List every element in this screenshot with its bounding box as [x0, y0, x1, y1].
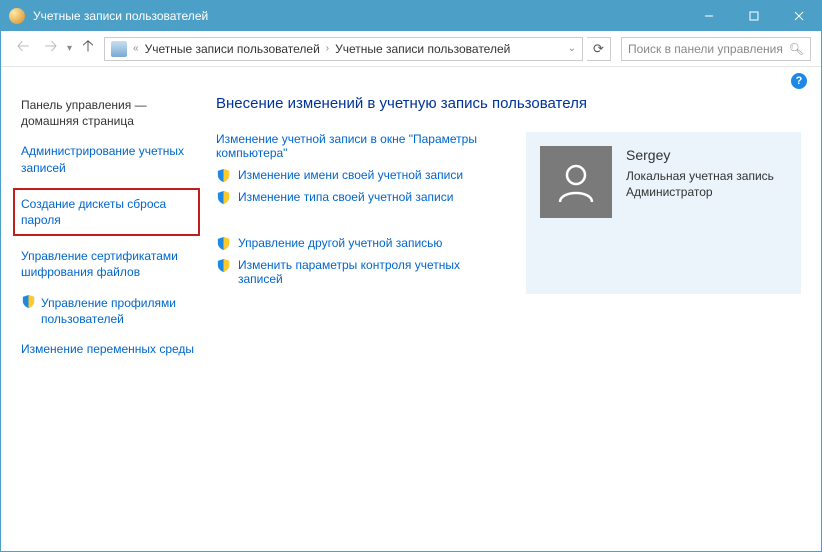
chevron-right-icon: › — [326, 43, 329, 54]
breadcrumb-item[interactable]: Учетные записи пользователей — [335, 42, 510, 56]
breadcrumb[interactable]: « Учетные записи пользователей › Учетные… — [104, 37, 583, 61]
navbar: 🡠 🡢 ▾ 🡡 « Учетные записи пользователей ›… — [1, 31, 821, 67]
action-item: Изменение типа своей учетной записи — [216, 190, 502, 204]
sidebar-link-env-vars[interactable]: Изменение переменных среды — [21, 339, 196, 359]
search-placeholder: Поиск в панели управления — [628, 42, 783, 56]
window-title: Учетные записи пользователей — [33, 9, 686, 23]
history-dropdown[interactable]: ▾ — [67, 43, 72, 54]
account-type: Локальная учетная запись — [626, 168, 774, 185]
sidebar-item: Управление сертификатами шифрования файл… — [21, 246, 196, 282]
account-info: Sergey Локальная учетная запись Админист… — [626, 146, 774, 201]
up-button[interactable]: 🡡 — [76, 37, 100, 61]
help-row: ? — [1, 67, 821, 95]
app-icon — [9, 8, 25, 24]
breadcrumb-item[interactable]: Учетные записи пользователей — [145, 42, 320, 56]
action-item: Изменить параметры контроля учетных запи… — [216, 258, 502, 286]
sidebar-item: Управление профилями пользователей — [21, 293, 196, 329]
refresh-button[interactable]: ⟳ — [587, 37, 611, 61]
account-card: Sergey Локальная учетная запись Админист… — [526, 132, 801, 294]
sidebar-link-encryption-certs[interactable]: Управление сертификатами шифрования файл… — [21, 246, 196, 282]
search-icon: 🔍︎ — [789, 42, 804, 56]
search-input[interactable]: Поиск в панели управления 🔍︎ — [621, 37, 811, 61]
breadcrumb-prefix: « — [133, 43, 139, 54]
link-change-uac-settings[interactable]: Изменить параметры контроля учетных запи… — [238, 258, 460, 286]
link-change-account-name[interactable]: Изменение имени своей учетной записи — [238, 168, 463, 182]
path-dropdown-icon[interactable]: ⌄ — [568, 43, 576, 54]
account-role: Администратор — [626, 184, 774, 201]
shield-icon — [21, 294, 36, 309]
link-manage-other-account[interactable]: Управление другой учетной записью — [238, 236, 442, 250]
link-change-account-type[interactable]: Изменение типа своей учетной записи — [238, 190, 453, 204]
action-item: Изменение учетной записи в окне "Парамет… — [216, 132, 502, 160]
close-button[interactable] — [776, 1, 821, 31]
sidebar-link-password-reset-disk[interactable]: Создание дискеты сброса пароля — [21, 194, 192, 230]
sidebar-link-manage-accounts[interactable]: Администрирование учетных записей — [21, 141, 196, 177]
shield-icon — [216, 258, 231, 273]
avatar — [540, 146, 612, 218]
content: Панель управления — домашняя страница Ад… — [1, 95, 821, 551]
action-item: Изменение имени своей учетной записи — [216, 168, 502, 182]
link-change-in-pc-settings[interactable]: Изменение учетной записи в окне "Парамет… — [216, 132, 477, 160]
minimize-button[interactable] — [686, 1, 731, 31]
sidebar-link-user-profiles[interactable]: Управление профилями пользователей — [41, 293, 196, 329]
sidebar: Панель управления — домашняя страница Ад… — [1, 95, 206, 551]
account-name: Sergey — [626, 146, 774, 166]
location-icon — [111, 41, 127, 57]
action-item: Управление другой учетной записью — [216, 236, 502, 250]
sidebar-item: Администрирование учетных записей — [21, 141, 196, 177]
maximize-button[interactable] — [731, 1, 776, 31]
sidebar-item: Изменение переменных среды — [21, 339, 196, 359]
page-heading: Внесение изменений в учетную запись поль… — [216, 95, 801, 112]
shield-icon — [216, 236, 231, 251]
sidebar-item-highlighted: Создание дискеты сброса пароля — [13, 188, 200, 236]
help-icon[interactable]: ? — [791, 73, 807, 89]
window-titlebar: Учетные записи пользователей — [1, 1, 821, 31]
control-panel-home-link[interactable]: Панель управления — домашняя страница — [21, 95, 196, 131]
forward-button: 🡢 — [39, 37, 63, 61]
main-panel: Внесение изменений в учетную запись поль… — [206, 95, 821, 551]
back-button: 🡠 — [11, 37, 35, 61]
shield-icon — [216, 190, 231, 205]
actions-column: Изменение учетной записи в окне "Парамет… — [216, 132, 502, 294]
shield-icon — [216, 168, 231, 183]
